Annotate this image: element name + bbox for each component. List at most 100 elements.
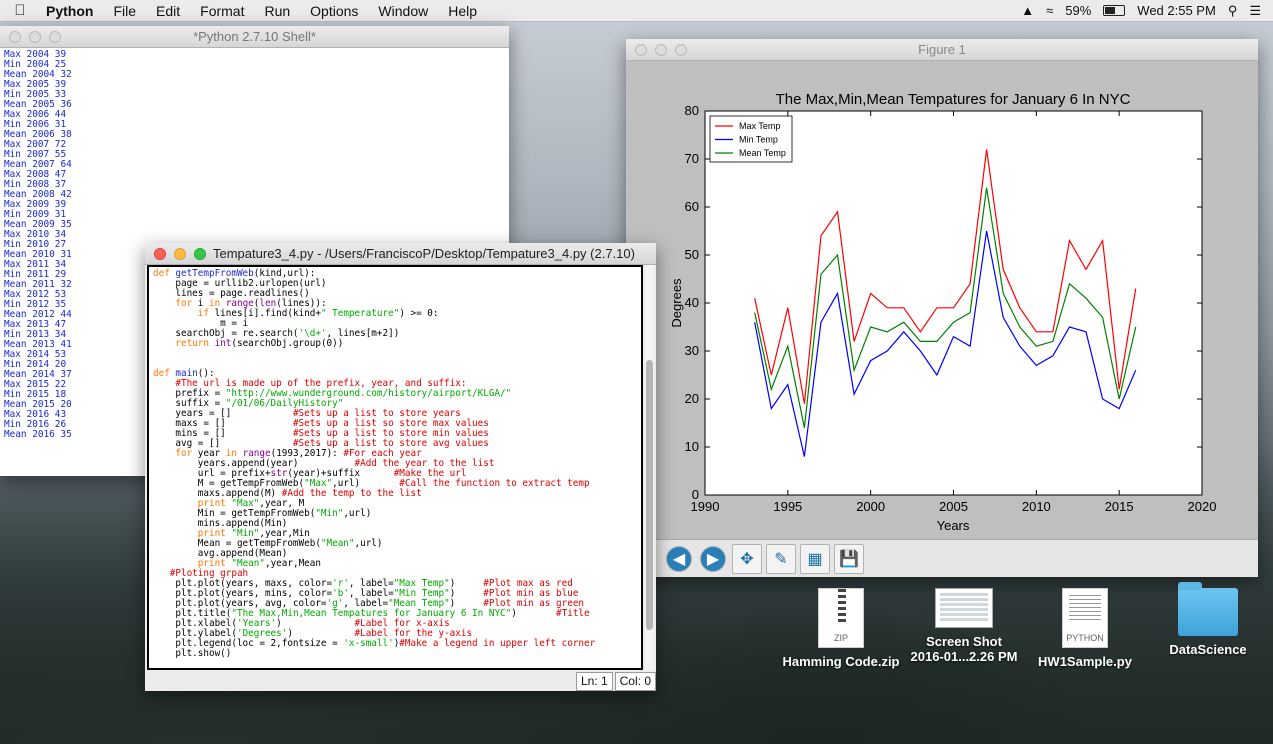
spotlight-search-icon[interactable]: ⚲ — [1228, 3, 1238, 19]
shell-output-line: Mean 2009 35 — [4, 219, 72, 230]
x-tick-label: 2020 — [1188, 499, 1217, 514]
code-token: return — [175, 338, 209, 349]
close-button[interactable] — [154, 247, 166, 260]
y-tick-label: 60 — [685, 199, 699, 214]
menu-run[interactable]: Run — [254, 3, 300, 19]
wifi-icon[interactable]: ≈ — [1046, 3, 1053, 18]
legend-label: Min Temp — [739, 135, 778, 145]
clock[interactable]: Wed 2:55 PM — [1137, 3, 1216, 18]
pan-icon[interactable]: ✥ — [732, 543, 762, 574]
y-tick-label: 80 — [685, 103, 699, 118]
shell-output-line: Min 2004 25 — [4, 59, 67, 70]
y-tick-label: 30 — [685, 343, 699, 358]
menu-edit[interactable]: Edit — [146, 3, 190, 19]
shell-output-line: Max 2005 39 — [4, 79, 67, 90]
code-token: ) — [511, 608, 557, 619]
zoom-button[interactable] — [49, 30, 61, 43]
apple-icon[interactable]:  — [0, 2, 40, 19]
desktop-icon-hamming-zip[interactable]: ZIP Hamming Code.zip — [776, 588, 906, 669]
editor-title: Tempature3_4.py - /Users/FranciscoP/Desk… — [213, 246, 635, 261]
figure-titlebar[interactable]: Figure 1 — [626, 39, 1258, 61]
code-editor[interactable]: def getTempFromWeb(kind,url): page = url… — [147, 265, 643, 670]
scrollbar-thumb[interactable] — [646, 360, 653, 630]
desktop-icon-label: HW1Sample.py — [1038, 654, 1132, 669]
shell-output-line: Mean 2007 64 — [4, 159, 72, 170]
x-tick-label: 2010 — [1022, 499, 1051, 514]
code-token: "Mean" — [320, 538, 355, 549]
shell-output-line: Min 2005 33 — [4, 89, 67, 100]
menu-format[interactable]: Format — [190, 3, 254, 19]
desktop-icon-datascience[interactable]: DataScience — [1143, 582, 1273, 657]
minimize-button[interactable] — [174, 247, 186, 260]
zoom-button[interactable] — [675, 43, 687, 56]
code-token: ) >= 0: — [399, 308, 439, 319]
battery-icon[interactable] — [1103, 5, 1126, 16]
menu-app-name[interactable]: Python — [40, 3, 103, 19]
code-token: 'x-small' — [343, 638, 394, 649]
plot-area — [704, 110, 1203, 496]
shell-output-line: Max 2006 44 — [4, 109, 67, 120]
python-file-icon: PYTHON — [1062, 588, 1108, 648]
code-token: (searchObj.group(0)) — [231, 338, 344, 349]
folder-icon — [1178, 582, 1238, 636]
code-text[interactable]: def getTempFromWeb(kind,url): page = url… — [149, 267, 641, 661]
code-token: " Temperature" — [320, 308, 400, 319]
figure-canvas[interactable]: The Max,Min,Mean Tempatures for January … — [626, 61, 1258, 537]
menu-help[interactable]: Help — [438, 3, 487, 19]
code-token: ,url) — [354, 538, 383, 549]
close-button[interactable] — [9, 30, 21, 43]
legend-label: Max Temp — [739, 121, 780, 131]
x-tick-label: 2005 — [939, 499, 968, 514]
menu-options[interactable]: Options — [300, 3, 368, 19]
shell-output-line: Mean 2005 36 — [4, 99, 72, 110]
desktop-icon-screenshot[interactable]: Screen Shot 2016-01...2.26 PM — [899, 588, 1029, 664]
y-tick-label: 10 — [685, 439, 699, 454]
x-tick-label: 2015 — [1105, 499, 1134, 514]
shell-output-line: Min 2008 37 — [4, 179, 67, 190]
desktop-icon-hw1sample[interactable]: PYTHON HW1Sample.py — [1020, 588, 1150, 669]
save-icon[interactable]: 💾 — [834, 543, 864, 574]
subplots-icon[interactable]: ▦ — [800, 543, 830, 574]
editor-statusbar: Ln: 1 Col: 0 — [145, 672, 656, 691]
minimize-button[interactable] — [655, 43, 667, 56]
figure-title: Figure 1 — [918, 42, 966, 57]
shell-output-line: Max 2007 72 — [4, 139, 67, 150]
code-token: "Min" — [315, 508, 344, 519]
zoom-button[interactable] — [194, 247, 206, 260]
close-button[interactable] — [635, 43, 647, 56]
notification-center-icon[interactable]: ☰ — [1249, 3, 1261, 19]
forward-icon[interactable]: ▶ — [700, 545, 726, 572]
shell-output-line: Max 2008 47 — [4, 169, 67, 180]
code-token: plt.show() — [153, 648, 232, 659]
code-token: #Call the function to extract temp — [399, 478, 590, 489]
google-drive-icon[interactable]: ▲ — [1021, 3, 1034, 18]
y-tick-label: 40 — [685, 295, 699, 310]
y-axis-label: Degrees — [669, 278, 684, 328]
minimize-button[interactable] — [29, 30, 41, 43]
desktop-icon-label: DataScience — [1169, 642, 1247, 657]
zoom-icon[interactable]: ✎ — [766, 543, 796, 574]
desktop-icon-label: Screen Shot — [926, 634, 1002, 649]
back-icon[interactable]: ◀ — [666, 545, 692, 572]
editor-titlebar[interactable]: Tempature3_4.py - /Users/FranciscoP/Desk… — [145, 243, 656, 265]
code-token: ,year,Mean — [264, 558, 321, 569]
shell-output-line: Min 2009 31 — [4, 209, 67, 220]
chart-title: The Max,Min,Mean Tempatures for January … — [776, 91, 1131, 108]
desktop-icon-label-2: 2016-01...2.26 PM — [910, 649, 1018, 664]
shell-output-line: Mean 2008 42 — [4, 189, 72, 200]
code-line: return int(searchObj.group(0)) — [153, 339, 637, 349]
y-tick-label: 50 — [685, 247, 699, 262]
figure-window: Figure 1 The Max,Min,Mean Tempatures for… — [626, 39, 1258, 577]
menu-window[interactable]: Window — [368, 3, 438, 19]
x-tick-label: 1995 — [773, 499, 802, 514]
line-chart: The Max,Min,Mean Tempatures for January … — [669, 91, 1217, 533]
battery-percent[interactable]: 59% — [1065, 3, 1091, 18]
shell-output-line: Max 2010 34 — [4, 229, 67, 240]
shell-output-line: Min 2007 55 — [4, 149, 67, 160]
editor-scrollbar[interactable] — [645, 265, 654, 670]
shell-titlebar[interactable]: *Python 2.7.10 Shell* — [0, 26, 509, 48]
y-tick-label: 0 — [692, 487, 699, 502]
menu-file[interactable]: File — [103, 3, 146, 19]
